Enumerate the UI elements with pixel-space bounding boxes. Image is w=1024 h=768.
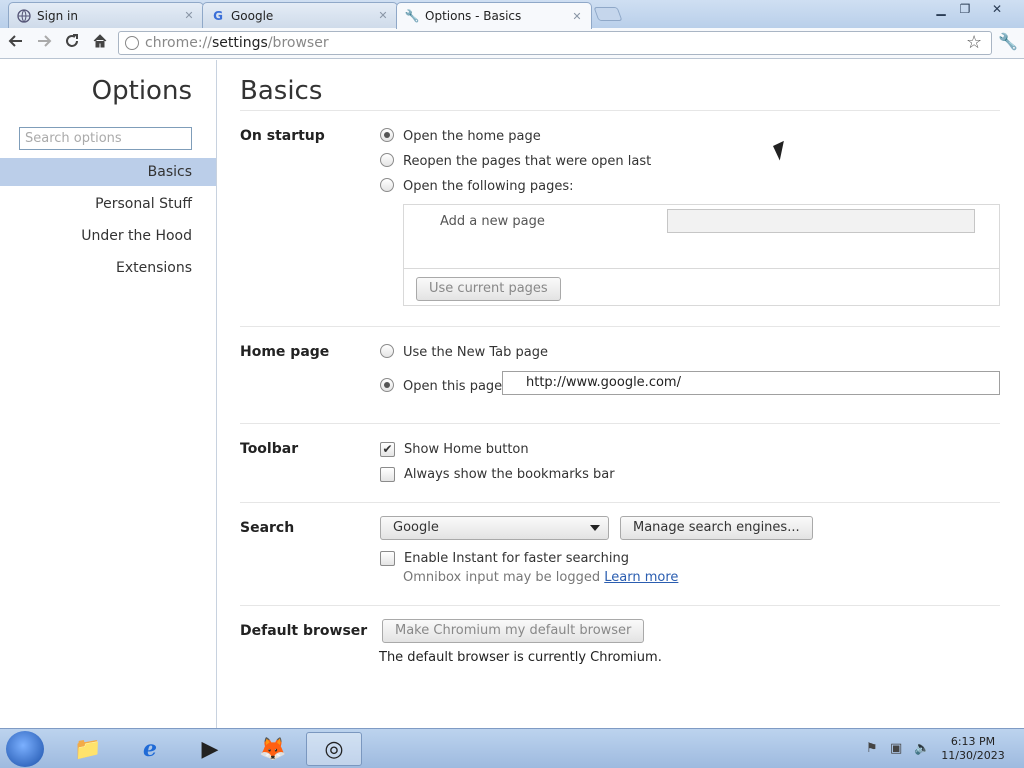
network-icon[interactable]: ▣: [890, 741, 902, 756]
enable-instant-label: Enable Instant for faster searching: [404, 551, 629, 566]
folder-icon[interactable]: 📁: [60, 732, 116, 766]
bookmarks-bar-checkbox[interactable]: [380, 467, 395, 482]
tab-label: Google: [231, 8, 274, 23]
page-title: Basics: [240, 76, 323, 106]
startup-following-pages-radio[interactable]: [380, 178, 394, 192]
wrench-icon: 🔧: [404, 9, 420, 23]
url-scheme: chrome://: [145, 35, 212, 51]
media-player-icon[interactable]: ▶: [182, 732, 238, 766]
startup-home-page-label: Open the home page: [403, 129, 541, 144]
bookmark-star-icon[interactable]: ☆: [966, 32, 982, 53]
tab-label: Sign in: [37, 8, 78, 23]
show-home-button-checkbox[interactable]: ✔: [380, 442, 395, 457]
restore-icon[interactable]: ❐: [950, 1, 980, 19]
browser-toolbar: chrome://settings/browser ☆ 🔧: [0, 28, 1024, 59]
home-icon[interactable]: [89, 33, 111, 53]
google-icon: G: [213, 8, 223, 23]
startup-reopen-radio[interactable]: [380, 153, 394, 167]
show-home-button-label: Show Home button: [404, 442, 529, 457]
divider: [240, 110, 1000, 111]
home-page-url-input[interactable]: http://www.google.com/: [502, 371, 1000, 395]
enable-instant-checkbox[interactable]: [380, 551, 395, 566]
ie-icon[interactable]: e: [122, 732, 178, 766]
bookmarks-bar-label: Always show the bookmarks bar: [404, 467, 615, 482]
divider: [240, 326, 1000, 327]
reload-icon[interactable]: [61, 33, 83, 53]
forward-icon[interactable]: [33, 33, 55, 53]
url-path: /browser: [267, 35, 329, 51]
divider: [240, 502, 1000, 503]
tab-google[interactable]: G Google ✕: [202, 2, 398, 28]
sidebar-item-under-the-hood[interactable]: Under the Hood: [0, 222, 216, 250]
search-engine-select[interactable]: Google: [380, 516, 609, 540]
chromium-icon[interactable]: ◎: [306, 732, 362, 766]
volume-muted-icon[interactable]: 🔈: [914, 741, 930, 756]
divider: [404, 268, 999, 269]
default-browser-section-label: Default browser: [240, 623, 368, 639]
clock-time: 6:13 PM: [950, 735, 996, 748]
sidebar-item-extensions[interactable]: Extensions: [0, 254, 216, 282]
sidebar-title: Options: [91, 76, 192, 106]
sidebar-item-personal-stuff[interactable]: Personal Stuff: [0, 190, 216, 218]
mouse-cursor-icon: [773, 140, 791, 161]
add-new-page-input[interactable]: [667, 209, 975, 233]
divider: [240, 423, 1000, 424]
back-icon[interactable]: [5, 33, 27, 53]
windows-taskbar: 📁 e ▶ 🦊 ◎ ⚑ ▣ 🔈 6:13 PM 11/30/2023: [0, 728, 1024, 768]
add-new-page-label: Add a new page: [440, 214, 545, 229]
use-current-pages-button[interactable]: Use current pages: [416, 277, 561, 301]
use-new-tab-radio[interactable]: [380, 344, 394, 358]
search-section-label: Search: [240, 520, 295, 536]
open-this-page-label: Open this page:: [403, 379, 507, 394]
divider: [240, 605, 1000, 606]
page-icon: [125, 36, 139, 50]
close-tab-icon[interactable]: ✕: [183, 9, 195, 22]
firefox-icon[interactable]: 🦊: [245, 732, 301, 766]
close-tab-icon[interactable]: ✕: [377, 9, 389, 22]
sidebar-item-basics[interactable]: Basics: [0, 158, 216, 186]
search-engine-value: Google: [393, 520, 439, 535]
omnibox-note-text: Omnibox input may be logged: [403, 570, 601, 585]
omnibox-note: Omnibox input may be logged Learn more: [403, 570, 678, 585]
tab-sign-in[interactable]: Sign in ✕: [8, 2, 204, 28]
tab-label: Options - Basics: [425, 9, 522, 23]
start-button-icon[interactable]: [6, 731, 44, 767]
default-browser-status: The default browser is currently Chromiu…: [379, 650, 662, 665]
url-host: settings: [212, 35, 268, 51]
chevron-down-icon: [590, 525, 600, 531]
manage-search-engines-button[interactable]: Manage search engines...: [620, 516, 813, 540]
learn-more-link[interactable]: Learn more: [604, 570, 678, 585]
make-default-browser-button[interactable]: Make Chromium my default browser: [382, 619, 645, 643]
home-page-section-label: Home page: [240, 344, 330, 360]
globe-icon: [17, 8, 31, 23]
close-tab-icon[interactable]: ✕: [571, 10, 583, 23]
close-window-icon[interactable]: ✕: [982, 1, 1012, 19]
use-new-tab-label: Use the New Tab page: [403, 345, 548, 360]
wrench-menu-icon[interactable]: 🔧: [998, 32, 1018, 51]
tab-strip: Sign in ✕ G Google ✕ 🔧 Options - Basics …: [0, 0, 1024, 29]
startup-pages-list: Add a new page Use current pages: [403, 204, 1000, 306]
address-bar[interactable]: chrome://settings/browser: [118, 31, 992, 55]
system-clock[interactable]: 6:13 PM 11/30/2023: [930, 735, 1016, 763]
clock-date: 11/30/2023: [941, 749, 1005, 762]
startup-reopen-label: Reopen the pages that were open last: [403, 154, 652, 169]
search-options-input[interactable]: [19, 127, 192, 150]
startup-section-label: On startup: [240, 128, 325, 144]
open-this-page-radio[interactable]: [380, 378, 394, 392]
startup-home-page-radio[interactable]: [380, 128, 394, 142]
options-main: Basics On startup Open the home page Reo…: [217, 60, 1024, 728]
options-sidebar: Options Basics Personal Stuff Under the …: [0, 60, 217, 728]
toolbar-section-label: Toolbar: [240, 441, 299, 457]
action-center-icon[interactable]: ⚑: [866, 741, 878, 756]
tab-options-basics[interactable]: 🔧 Options - Basics ✕: [396, 2, 592, 29]
new-tab-button[interactable]: [593, 7, 623, 21]
startup-following-pages-label: Open the following pages:: [403, 179, 574, 194]
